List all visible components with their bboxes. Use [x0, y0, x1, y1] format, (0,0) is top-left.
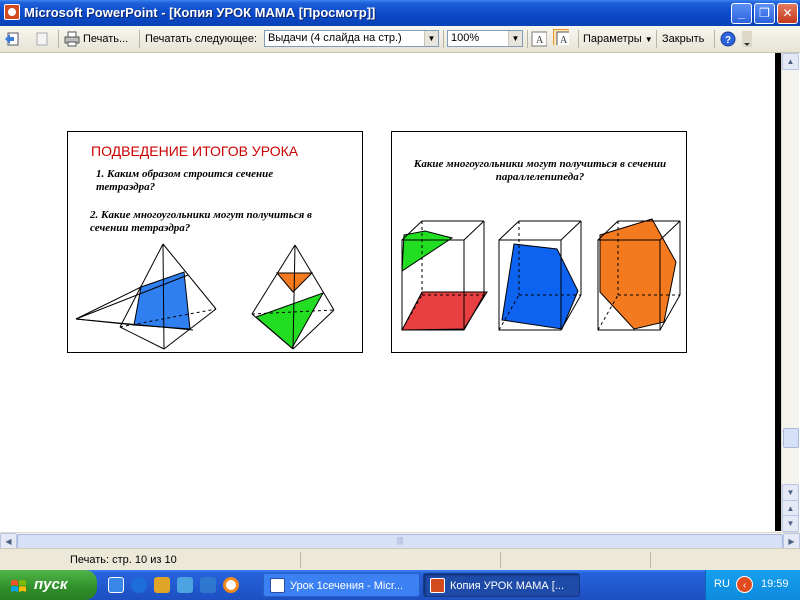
parallelepiped-2 [498, 220, 582, 331]
options-label: Параметры [583, 33, 642, 45]
window-title: Microsoft PowerPoint - [Копия УРОК МАМА … [24, 5, 376, 20]
word-icon [270, 578, 285, 593]
green-section-shape [255, 292, 325, 349]
chevron-down-icon[interactable]: ▼ [424, 31, 438, 46]
toolbar-separator [714, 30, 715, 48]
status-divider [650, 552, 651, 568]
title-bar: Microsoft PowerPoint - [Копия УРОК МАМА … [0, 0, 800, 26]
print-what-value: Выдачи (4 слайда на стр.) [268, 32, 402, 44]
red-base-section [401, 291, 488, 331]
horizontal-scrollbar[interactable]: ◀ ||| ▶ [0, 532, 800, 550]
vertical-scrollbar[interactable]: ▲ ▼ ▲ ▼ [781, 53, 799, 532]
taskbar-item-word[interactable]: Урок 1сечения - Micr... [263, 573, 420, 597]
toolbar-separator [656, 30, 657, 48]
start-label: пуск [34, 576, 68, 593]
status-divider [300, 552, 301, 568]
toolbar-separator [58, 30, 59, 48]
desktop-icon[interactable] [108, 577, 124, 593]
help-icon[interactable]: ? [720, 31, 736, 47]
windows-flag-icon [11, 580, 26, 592]
blue-section-shape [133, 271, 191, 330]
next-page-icon[interactable]: ▼ [782, 515, 799, 532]
print-what-select[interactable]: Выдачи (4 слайда на стр.) ▼ [264, 30, 439, 47]
blue-pentagon-section [501, 243, 579, 330]
toolbar-separator [527, 30, 528, 48]
minimize-button[interactable]: _ [731, 3, 752, 24]
taskbar-item-label: Копия УРОК МАМА [... [450, 580, 565, 592]
powerpoint-icon [430, 578, 445, 593]
network-icon[interactable] [177, 577, 193, 593]
system-tray: RU ‹ 19:59 [705, 570, 800, 600]
options-button[interactable]: Параметры ▼ [583, 30, 653, 48]
toolbar-options-icon[interactable] [741, 31, 757, 47]
taskbar-item-powerpoint[interactable]: Копия УРОК МАМА [... [423, 573, 580, 597]
taskbar: пуск Урок 1сечения - Micr... Копия УРОК … [0, 570, 800, 600]
close-button[interactable]: ✕ [777, 3, 798, 24]
print-next-label: Печатать следующее: [145, 33, 258, 45]
chevron-down-icon: ▼ [644, 35, 653, 44]
powerpoint-icon[interactable] [4, 4, 20, 20]
parallelepiped-3 [597, 218, 681, 331]
horizontal-scroll-thumb[interactable]: ||| [17, 534, 783, 549]
page-setup-icon[interactable] [4, 30, 20, 46]
tetrahedron-right [251, 244, 335, 350]
slide-parallelepiped: Какие многоугольники могут получиться в … [391, 131, 687, 353]
language-indicator[interactable]: RU [714, 578, 730, 590]
zoom-value: 100% [451, 32, 480, 44]
toolbar-separator [139, 30, 140, 48]
status-divider [500, 552, 501, 568]
close-preview-button[interactable]: Закрыть [662, 30, 704, 48]
tetrahedron-left [75, 243, 217, 350]
grayscale-icon[interactable]: A [531, 31, 547, 47]
print-preview-page-icon[interactable] [34, 31, 50, 47]
scroll-up-icon[interactable]: ▲ [782, 53, 799, 70]
color-frame-icon[interactable]: A [553, 29, 569, 45]
green-triangle-section [401, 230, 454, 272]
scroll-down-icon[interactable]: ▼ [782, 484, 799, 501]
print-preview-toolbar: Печать... Печатать следующее: Выдачи (4 … [0, 26, 800, 53]
toolbar-separator [578, 30, 579, 48]
status-page-text: Печать: стр. 10 из 10 [70, 554, 177, 566]
svg-text:A: A [560, 35, 568, 45]
taskbar-item-label: Урок 1сечения - Micr... [290, 580, 404, 592]
tetrahedron-figures [75, 243, 335, 350]
outlook-icon[interactable] [200, 577, 216, 593]
start-button[interactable]: пуск [0, 570, 97, 600]
internet-explorer-icon[interactable] [131, 577, 147, 593]
svg-text:?: ? [725, 35, 731, 46]
zoom-select[interactable]: 100% ▼ [447, 30, 523, 47]
parallelepiped-1 [401, 220, 488, 331]
status-bar: Печать: стр. 10 из 10 [0, 548, 800, 571]
media-player-icon[interactable] [223, 577, 239, 593]
svg-text:A: A [536, 35, 544, 46]
chevron-left-icon[interactable]: ‹ [736, 576, 753, 593]
vertical-scroll-thumb[interactable] [783, 428, 799, 448]
slide-tetrahedron: ПОДВЕДЕНИЕ ИТОГОВ УРОКА 1. Каким образом… [67, 131, 363, 353]
printer-icon[interactable] [64, 31, 80, 47]
messenger-icon[interactable] [154, 577, 170, 593]
restore-button[interactable]: ❐ [754, 3, 775, 24]
chevron-down-icon[interactable]: ▼ [508, 31, 522, 46]
toolbar-separator [443, 30, 444, 48]
print-button[interactable]: Печать... [83, 30, 128, 48]
parallelepiped-figures [401, 218, 681, 331]
clock[interactable]: 19:59 [761, 578, 789, 590]
